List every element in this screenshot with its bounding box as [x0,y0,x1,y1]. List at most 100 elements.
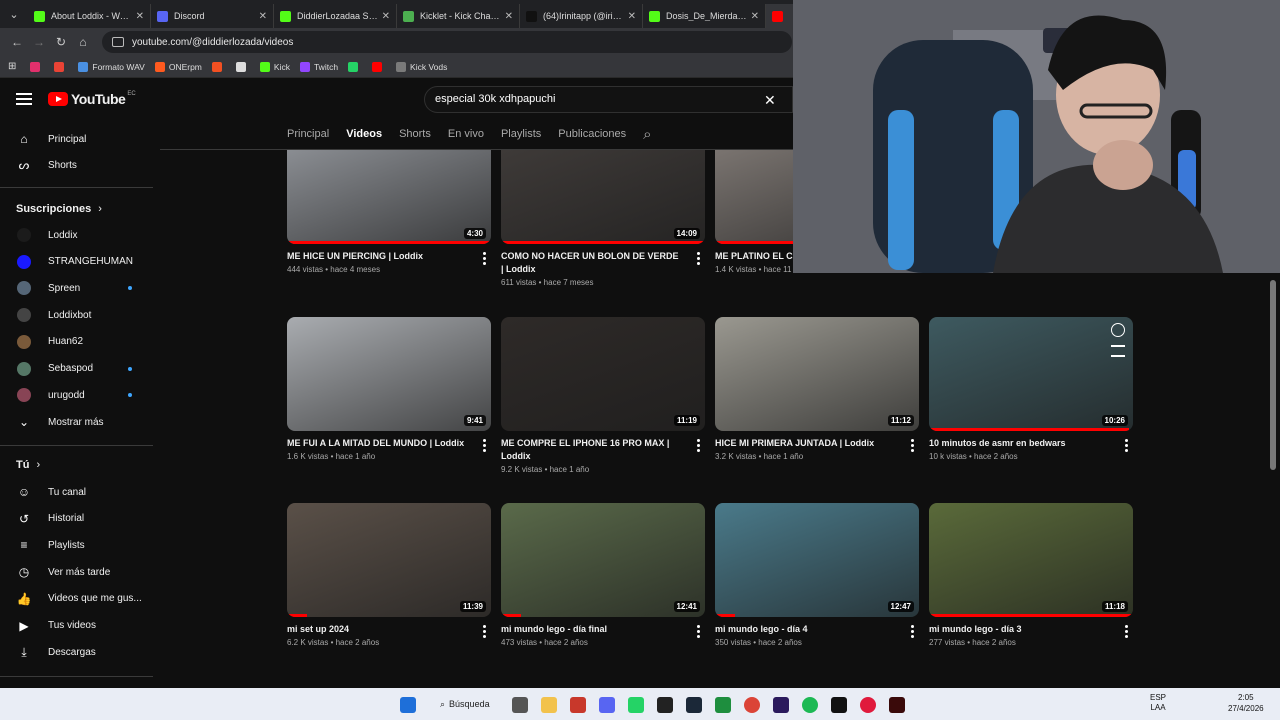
bookmark[interactable] [348,61,362,72]
more-actions-icon[interactable] [696,438,700,453]
close-tab-icon[interactable]: ✕ [259,11,267,22]
video-thumbnail[interactable]: 12:47 [715,503,919,617]
more-actions-icon[interactable] [696,624,700,639]
browser-tab[interactable]: (64)Irinitapp (@irinita ✕ [520,4,643,28]
close-tab-icon[interactable]: ✕ [505,11,513,22]
channel-search-icon[interactable]: ⌕ [643,126,651,143]
more-actions-icon[interactable] [482,624,486,639]
video-thumbnail[interactable]: 10:26 [929,317,1133,431]
opera-icon[interactable] [860,697,876,713]
search-input[interactable]: especial 30k xdhpapuchi [424,86,793,113]
more-actions-icon[interactable] [696,251,700,266]
file-explorer-icon[interactable] [541,697,557,713]
video-title[interactable]: HICE MI PRIMERA JUNTADA | Loddix [715,437,895,450]
subscription-item[interactable]: urugodd [0,382,160,408]
video-title[interactable]: ME COMPRE EL IPHONE 16 PRO MAX | Loddix [501,437,681,463]
subscription-item[interactable]: Sebaspod [0,356,160,382]
video-thumbnail[interactable]: 12:41 [501,503,705,617]
video-thumbnail[interactable]: 11:12 [715,317,919,431]
premiere-icon[interactable] [773,697,789,713]
show-more-button[interactable]: ⌄ Mostrar más [0,409,160,435]
more-actions-icon[interactable] [482,251,486,266]
more-actions-icon[interactable] [910,624,914,639]
more-actions-icon[interactable] [1124,438,1128,453]
tab-playlists[interactable]: Playlists [501,128,541,140]
sidebar-item-history[interactable]: ↺ Historial [0,506,160,532]
language-indicator[interactable]: ESP LAA [1150,693,1166,713]
video-thumbnail[interactable]: 11:18 [929,503,1133,617]
bookmark[interactable] [211,61,226,72]
tab-en-vivo[interactable]: En vivo [448,128,484,140]
sidebar-item-playlists[interactable]: ≡ Playlists [0,532,160,558]
video-title[interactable]: COMO NO HACER UN BOLON DE VERDE | Loddix [501,250,681,276]
page-scrollbar[interactable] [1270,280,1276,470]
sidebar-item-watch-later[interactable]: ◷ Ver más tarde [0,559,160,585]
subscription-item[interactable]: STRANGEHUMAN [0,249,160,275]
browser-tab[interactable]: DiddierLozadaa Strea ✕ [274,4,397,28]
steam-icon[interactable] [686,697,702,713]
windows-start-icon[interactable] [400,697,416,713]
video-thumbnail[interactable]: 4:30 [287,150,491,244]
video-thumbnail[interactable]: 11:19 [501,317,705,431]
tiktok-icon[interactable] [831,697,847,713]
browser-tab[interactable]: About Loddix - Watc ✕ [28,4,151,28]
more-actions-icon[interactable] [482,438,486,453]
video-title[interactable]: mi mundo lego - día 4 [715,623,895,636]
subscriptions-header[interactable]: Suscripciones › [16,203,102,215]
apps-icon[interactable]: ⊞ [8,61,16,72]
taskbar-clock[interactable]: 2:05 27/4/2026 [1228,692,1264,714]
more-actions-icon[interactable] [910,438,914,453]
video-title[interactable]: mi set up 2024 [287,623,467,636]
bookmark[interactable]: Formato WAV [78,61,145,72]
video-title[interactable]: mi mundo lego - día 3 [929,623,1109,636]
bookmark[interactable]: Kick [259,61,290,72]
video-title[interactable]: ME HICE UN PIERCING | Loddix [287,250,467,263]
youtube-logo[interactable]: YouTube EC [48,91,136,107]
video-thumbnail[interactable]: 11:39 [287,503,491,617]
epic-games-icon[interactable] [657,697,673,713]
bookmark[interactable]: ONErpm [154,61,202,72]
whatsapp-icon[interactable] [628,697,644,713]
tab-videos[interactable]: Videos [346,128,382,140]
close-tab-icon[interactable]: ✕ [751,11,759,22]
sidebar-item-downloads[interactable]: ⤓ Descargas [0,639,160,665]
sidebar-item-principal[interactable]: ⌂ Principal [0,126,160,152]
subscription-item[interactable]: Loddixbot [0,302,160,328]
app-icon[interactable] [570,697,586,713]
close-tab-icon[interactable]: ✕ [628,11,636,22]
xbox-icon[interactable] [715,697,731,713]
tab-principal[interactable]: Principal [287,128,329,140]
spotify-icon[interactable] [802,697,818,713]
bookmark[interactable] [30,61,44,72]
you-header[interactable]: Tú › [16,459,40,471]
menu-icon[interactable] [16,93,32,105]
sidebar-item-like[interactable]: 👍 Videos que me gus... [0,586,160,612]
sidebar-item-shorts[interactable]: ᔕ Shorts [0,152,160,178]
subscription-item[interactable]: Spreen [0,275,160,301]
subscription-item[interactable]: Huan62 [0,329,160,355]
task-view-icon[interactable] [512,697,528,713]
home-icon[interactable]: ⌂ [72,31,94,53]
browser-tab[interactable]: Discord ✕ [151,4,274,28]
close-tab-icon[interactable]: ✕ [136,11,144,22]
subscription-item[interactable]: Loddix [0,222,160,248]
forward-icon[interactable]: → [28,31,50,53]
video-thumbnail[interactable]: 14:09 [501,150,705,244]
taskbar-search[interactable]: ⌕ Búsqueda [430,694,506,714]
close-tab-icon[interactable]: ✕ [382,11,390,22]
tab-search-dropdown[interactable]: ⌄ [0,0,28,28]
more-actions-icon[interactable] [1124,624,1128,639]
bookmark[interactable] [54,61,68,72]
add-to-queue-icon[interactable] [1111,345,1125,357]
chrome-icon[interactable] [744,697,760,713]
discord-icon[interactable] [599,697,615,713]
browser-tab[interactable]: Kicklet - Kick Chatbo ✕ [397,4,520,28]
sidebar-item-channel[interactable]: ☺ Tu canal [0,479,160,505]
video-thumbnail[interactable]: 9:41 [287,317,491,431]
back-icon[interactable]: ← [6,31,28,53]
bookmark[interactable] [235,61,250,72]
bookmark[interactable] [372,61,386,72]
tab-shorts[interactable]: Shorts [399,128,431,140]
browser-tab[interactable]: Dosis_De_Mierda - W ✕ [643,4,766,28]
active-tab[interactable] [766,4,796,28]
